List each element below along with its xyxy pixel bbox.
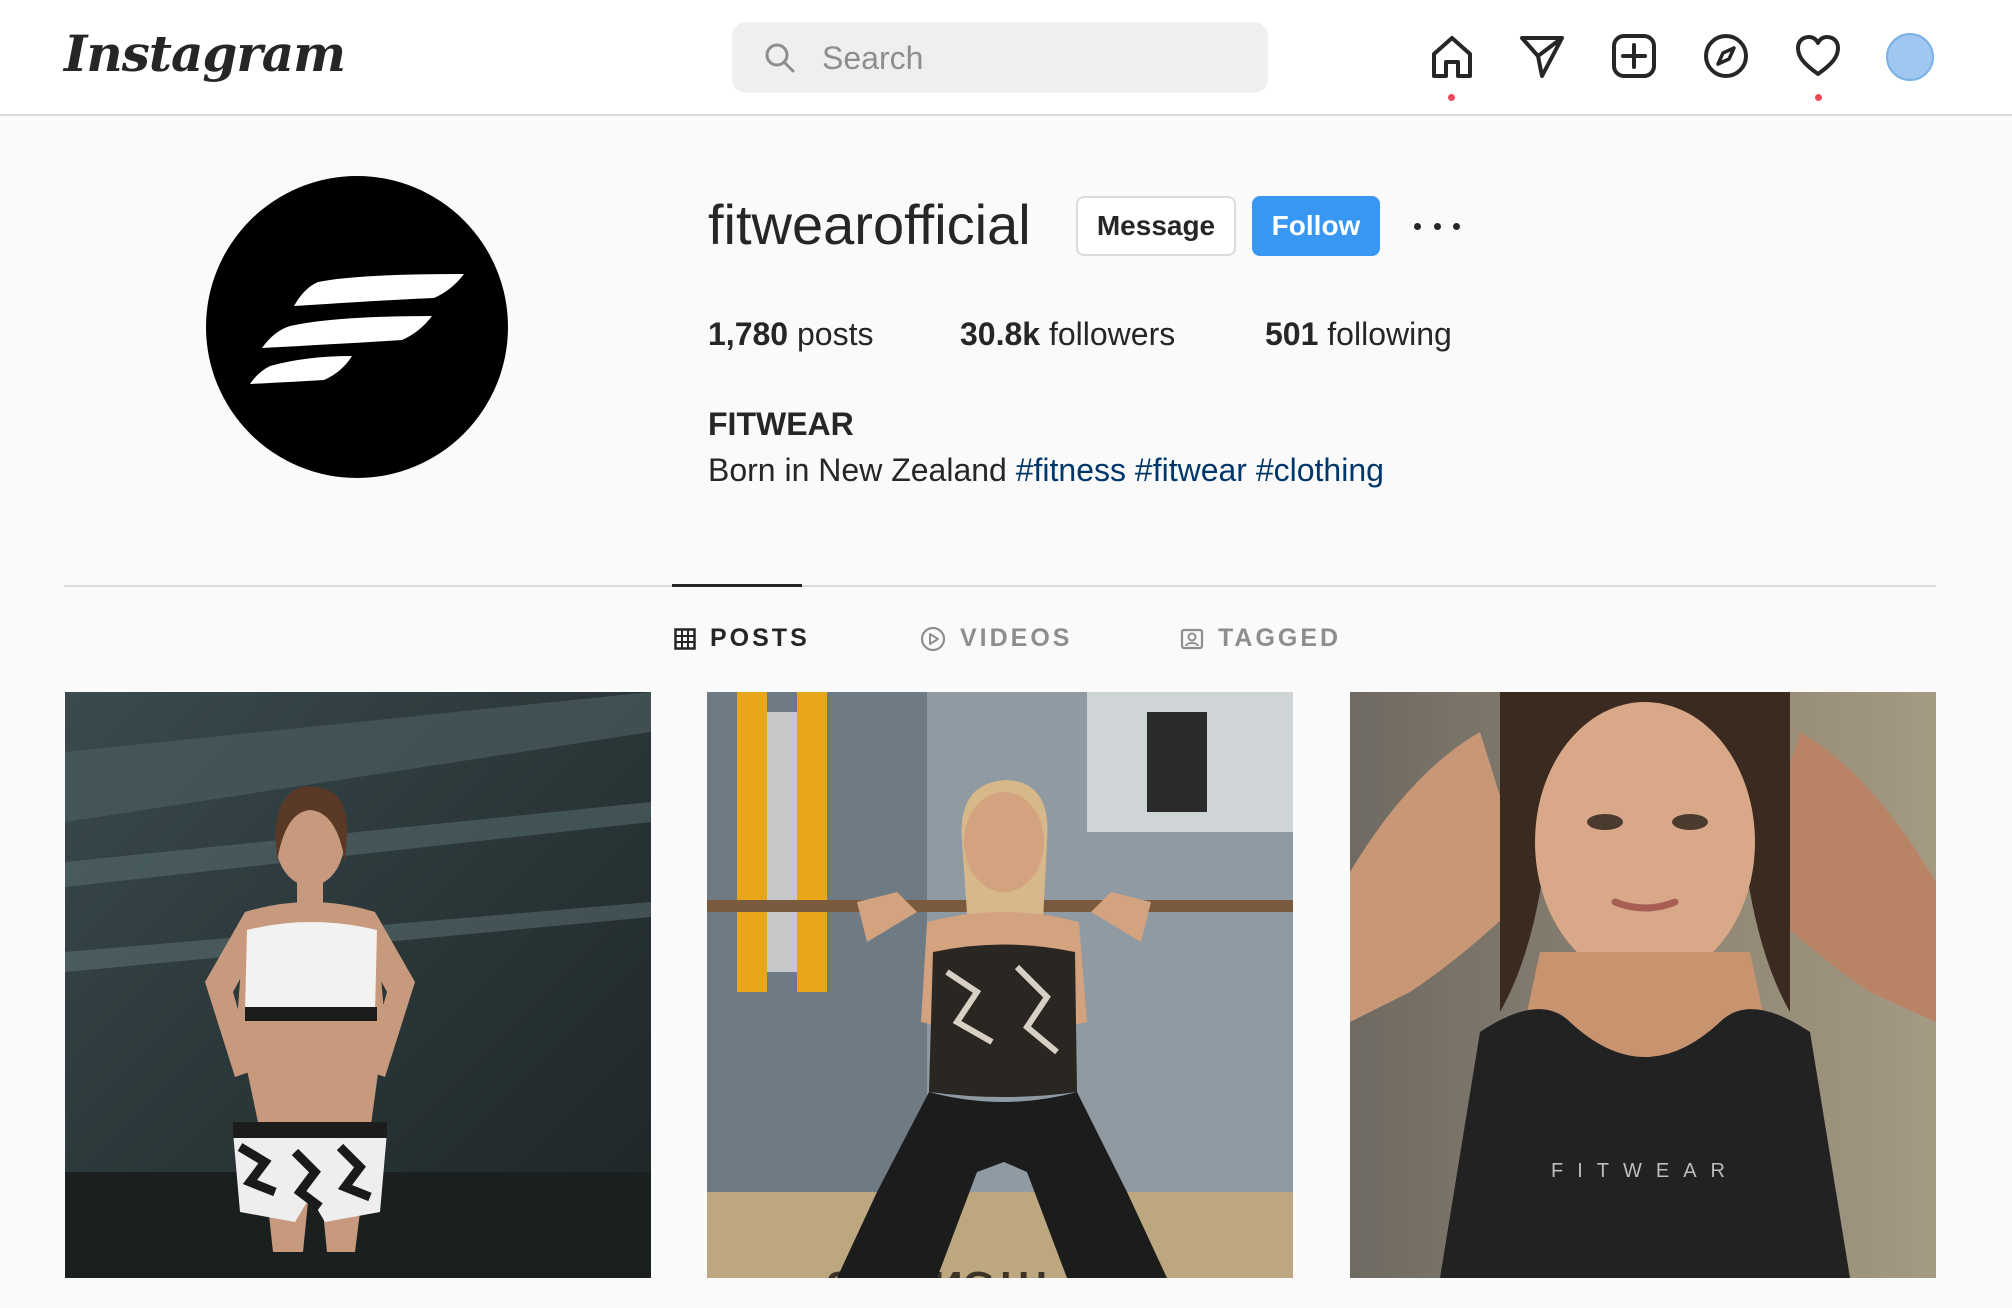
post-thumbnail[interactable] [65, 692, 651, 1278]
heart-icon[interactable] [1794, 32, 1842, 80]
tab-posts-label: POSTS [710, 624, 810, 652]
tag-icon [1180, 628, 1204, 649]
activity-notification-dot [1815, 94, 1822, 101]
top-navigation-bar: Instagram [0, 0, 2012, 116]
profile-full-name: FITWEAR [708, 406, 854, 442]
tab-tagged-label: TAGGED [1218, 624, 1342, 652]
hashtag-link[interactable]: #clothing [1256, 452, 1384, 488]
followers-stat[interactable]: 30.8k followers [960, 316, 1175, 353]
message-button[interactable]: Message [1076, 196, 1236, 256]
post-thumbnail[interactable]: FITWEAR [1350, 692, 1936, 1278]
post-image-portrait: FITWEAR [1350, 692, 1936, 1278]
instagram-logo[interactable]: Instagram [64, 24, 346, 83]
tabs-divider [64, 585, 1936, 587]
more-options-icon[interactable] [1414, 208, 1460, 244]
profile-picture[interactable] [206, 176, 508, 478]
profile-avatar[interactable] [1886, 33, 1934, 81]
search-box[interactable] [732, 22, 1268, 95]
new-post-icon[interactable] [1610, 32, 1658, 80]
fitwear-logo [250, 274, 464, 384]
tab-tagged[interactable]: TAGGED [1180, 624, 1341, 653]
home-notification-dot [1448, 94, 1455, 101]
grid-icon [674, 627, 696, 650]
following-stat[interactable]: 501 following [1265, 316, 1452, 353]
profile-username: fitwearofficial [708, 193, 1031, 256]
direct-icon[interactable] [1518, 32, 1566, 80]
active-tab-indicator [672, 584, 802, 587]
tab-videos-label: VIDEOS [960, 624, 1073, 652]
search-input[interactable] [820, 22, 1244, 95]
profile-bio: Born in New Zealand #fitness #fitwear #c… [708, 452, 1384, 488]
post-image-barbell-squat: STRENGTH [707, 692, 1293, 1278]
post-thumbnail[interactable]: STRENGTH [707, 692, 1293, 1278]
hashtag-link[interactable]: #fitwear [1135, 452, 1247, 488]
follow-button[interactable]: Follow [1252, 196, 1380, 256]
play-icon [920, 626, 946, 651]
search-icon [765, 43, 795, 73]
post-image-model-standing [65, 692, 651, 1278]
explore-icon[interactable] [1702, 32, 1750, 80]
tab-posts[interactable]: POSTS [674, 624, 810, 653]
hashtag-link[interactable]: #fitness [1016, 452, 1126, 488]
post-brand-text: FITWEAR [1551, 1160, 1739, 1182]
tab-videos[interactable]: VIDEOS [920, 624, 1072, 653]
home-icon[interactable] [1428, 32, 1476, 80]
posts-count-stat: 1,780 posts [708, 316, 874, 352]
